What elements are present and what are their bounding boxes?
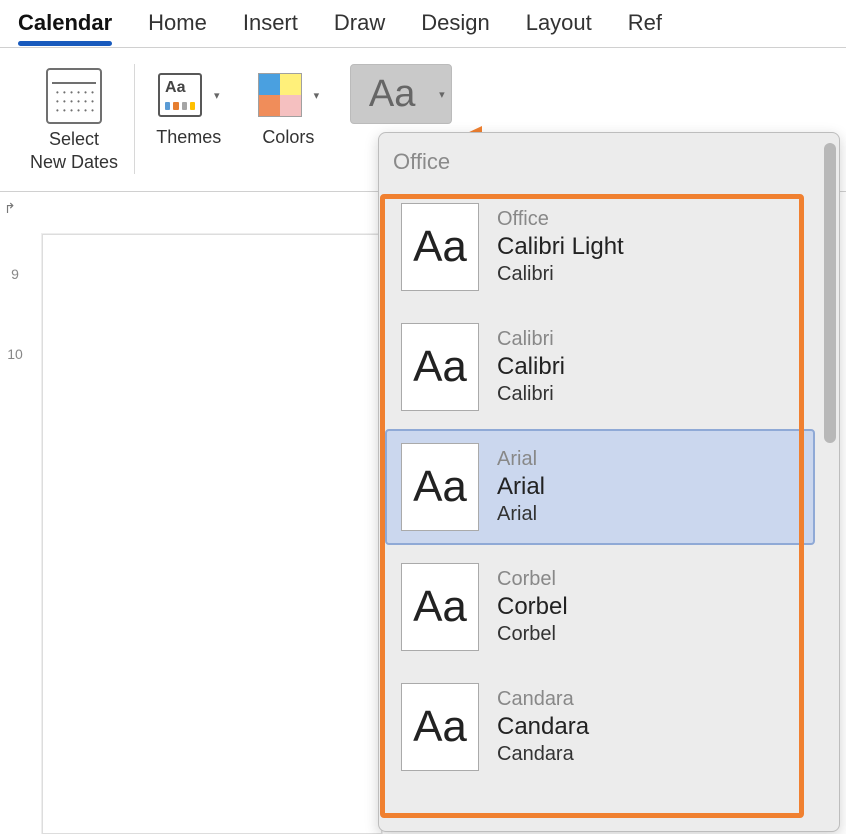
tab-layout[interactable]: Layout [526, 10, 592, 44]
font-info: Candara Candara Candara [497, 688, 589, 766]
themes-label: Themes [156, 126, 221, 149]
toolbar-divider [134, 64, 135, 174]
chevron-down-icon: ▾ [314, 89, 320, 102]
font-minor: Calibri [497, 383, 565, 406]
font-info: Calibri Calibri Calibri [497, 328, 565, 406]
fonts-button[interactable]: Aa ▾ [350, 64, 452, 124]
ruler-corner-icon: ↱ [4, 200, 16, 217]
tab-home[interactable]: Home [148, 10, 207, 44]
tab-insert[interactable]: Insert [243, 10, 298, 44]
themes-group: Aa ▾ Themes [139, 58, 239, 181]
colors-icon [258, 73, 302, 117]
select-dates-group: Select New Dates [18, 58, 130, 181]
chevron-down-icon: ▾ [214, 89, 220, 102]
font-major: Candara [497, 713, 589, 741]
themes-button[interactable]: Aa ▾ [151, 68, 227, 122]
ruler-mark: 10 [7, 314, 23, 394]
font-info: Office Calibri Light Calibri [497, 208, 624, 286]
font-option[interactable]: Aa Office Calibri Light Calibri [385, 189, 815, 305]
font-option[interactable]: Aa Calibri Calibri Calibri [385, 309, 815, 425]
dropdown-section-header: Office [379, 133, 821, 185]
ruler-mark: 9 [11, 234, 19, 314]
font-theme-name: Arial [497, 448, 545, 471]
scrollbar-track[interactable] [821, 133, 839, 831]
font-theme-name: Calibri [497, 328, 565, 351]
font-major: Corbel [497, 593, 568, 621]
font-swatch-icon: Aa [401, 683, 479, 771]
font-minor: Corbel [497, 623, 568, 646]
select-dates-label: Select New Dates [30, 128, 118, 173]
font-swatch-icon: Aa [401, 563, 479, 651]
tab-calendar[interactable]: Calendar [18, 10, 112, 44]
font-theme-name: Corbel [497, 568, 568, 591]
themes-icon: Aa [158, 73, 202, 117]
font-major: Arial [497, 473, 545, 501]
chevron-down-icon: ▾ [439, 88, 445, 101]
calendar-icon[interactable] [46, 68, 102, 124]
font-major: Calibri [497, 353, 565, 381]
scrollbar-thumb[interactable] [824, 143, 836, 443]
font-minor: Calibri [497, 263, 624, 286]
font-minor: Candara [497, 743, 589, 766]
colors-label: Colors [262, 126, 314, 149]
font-info: Corbel Corbel Corbel [497, 568, 568, 646]
font-option[interactable]: Aa Arial Arial Arial [385, 429, 815, 545]
font-major: Calibri Light [497, 233, 624, 261]
vertical-ruler: 9 10 [0, 234, 30, 834]
colors-group: ▾ Colors [239, 58, 339, 181]
font-swatch-icon: Aa [401, 323, 479, 411]
tab-references-partial[interactable]: Ref [628, 10, 662, 44]
colors-button[interactable]: ▾ [251, 68, 327, 122]
font-option[interactable]: Aa Candara Candara Candara [385, 669, 815, 785]
page-preview[interactable] [42, 234, 382, 834]
tab-draw[interactable]: Draw [334, 10, 385, 44]
font-theme-name: Candara [497, 688, 589, 711]
font-option[interactable]: Aa Corbel Corbel Corbel [385, 549, 815, 665]
font-theme-name: Office [497, 208, 624, 231]
fonts-icon: Aa [357, 69, 427, 119]
ribbon-tabs: Calendar Home Insert Draw Design Layout … [0, 0, 846, 48]
font-swatch-icon: Aa [401, 443, 479, 531]
font-info: Arial Arial Arial [497, 448, 545, 526]
font-minor: Arial [497, 503, 545, 526]
tab-design[interactable]: Design [421, 10, 489, 44]
fonts-dropdown: Office Aa Office Calibri Light Calibri A… [378, 132, 840, 832]
font-swatch-icon: Aa [401, 203, 479, 291]
